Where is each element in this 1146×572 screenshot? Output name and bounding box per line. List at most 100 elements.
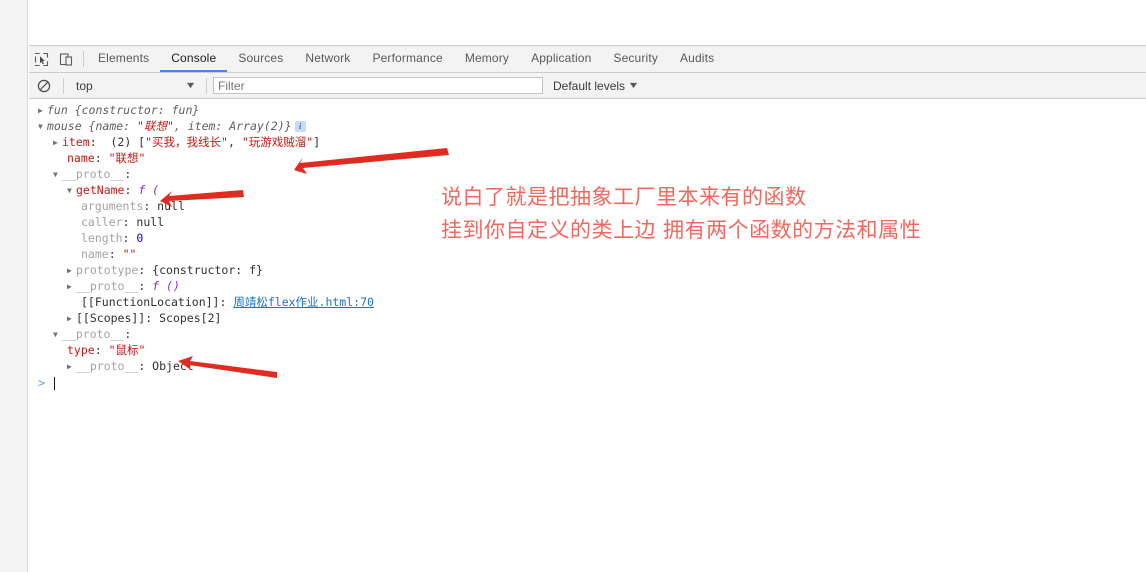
device-toolbar-icon[interactable] [54,46,79,72]
devtools-tabstrip: Elements Console Sources Network Perform… [29,46,1146,73]
object-preview-open: {name: [81,119,138,133]
console-line-proto-4[interactable]: __proto__: Object [29,358,1146,374]
tab-label: Sources [238,51,284,65]
tab-label: Console [171,51,217,65]
tab-memory[interactable]: Memory [454,46,520,72]
expand-triangle-icon[interactable] [67,263,76,279]
console-filter-bar: top ▼ Default levels ▼ [29,73,1146,99]
console-line-type[interactable]: type: "鼠标" [29,342,1146,358]
clear-console-icon[interactable] [31,73,57,98]
toolbar-divider [83,51,84,67]
collapse-triangle-icon[interactable] [53,327,62,343]
screen-root: Elements Console Sources Network Perform… [0,0,1146,572]
console-line-mouse[interactable]: mouse {name: "联想", item: Array(2)}i [29,118,1146,134]
console-line-function-location[interactable]: [[FunctionLocation]]: 周靖松flex作业.html:70 [29,294,1146,310]
console-line-fun[interactable]: fun {constructor: fun} [29,102,1146,118]
tab-sources[interactable]: Sources [227,46,294,72]
property-value: null [157,199,185,213]
property-value: "联想" [108,151,146,165]
property-key: item [62,135,90,149]
console-line-fn-name[interactable]: name: "" [29,246,1146,262]
filterbar-divider-2 [206,77,207,94]
execution-context-value: top [76,78,93,93]
object-preview-name-value: "联想" [137,119,174,133]
property-value: null [136,215,165,229]
filter-input[interactable] [213,77,543,94]
tab-console[interactable]: Console [160,46,228,72]
tab-security[interactable]: Security [602,46,669,72]
tab-label: Network [305,51,351,65]
object-preview-rest: , item: Array(2)} [173,119,292,133]
collapse-triangle-icon[interactable] [53,167,62,183]
collapse-triangle-icon[interactable] [38,119,47,135]
log-levels-select[interactable]: Default levels ▼ [553,78,640,93]
property-value: Object [152,359,194,373]
property-key: arguments [81,199,144,213]
log-levels-label: Default levels [553,78,626,93]
console-line-name[interactable]: name: "联想" [29,150,1146,166]
tab-label: Security [613,51,658,65]
web-page-viewport [29,0,1146,46]
property-key: type [67,343,95,357]
tab-label: Elements [98,51,150,65]
tab-audits[interactable]: Audits [669,46,725,72]
property-key: name [67,151,95,165]
property-value: f () [152,279,180,293]
property-value: 0 [136,231,144,245]
console-prompt[interactable]: > [29,374,1146,392]
filterbar-divider-1 [63,77,64,94]
tab-performance[interactable]: Performance [361,46,453,72]
execution-context-select[interactable]: top ▼ [70,77,200,95]
property-key: [[FunctionLocation]] [81,295,220,309]
info-badge-icon[interactable]: i [294,121,306,132]
tab-elements[interactable]: Elements [87,46,160,72]
property-key: [[Scopes]] [76,311,146,325]
property-value: "鼠标" [108,343,146,357]
tab-label: Audits [679,51,715,65]
tab-network[interactable]: Network [294,46,361,72]
inspect-element-icon[interactable] [29,46,54,72]
property-key: length [81,231,123,245]
property-key: __proto__ [62,167,125,181]
array-length: (2) [ [103,135,146,149]
property-key: caller [81,215,123,229]
page-left-gutter [0,0,28,572]
console-line-scopes[interactable]: [[Scopes]]: Scopes[2] [29,310,1146,326]
console-output[interactable]: fun {constructor: fun} mouse {name: "联想"… [29,99,1146,570]
expand-triangle-icon[interactable] [67,311,76,327]
expand-triangle-icon[interactable] [38,103,47,119]
expand-triangle-icon[interactable] [53,135,62,151]
tab-label: Application [531,51,592,65]
console-line-caller[interactable]: caller: null [29,214,1146,230]
property-value: "" [122,247,137,261]
chevron-down-icon: ▼ [184,80,197,90]
property-key: __proto__ [76,279,139,293]
console-line-arguments[interactable]: arguments: null [29,198,1146,214]
console-line-proto-3[interactable]: __proto__: [29,326,1146,342]
text-cursor [54,376,56,390]
console-line-proto-1[interactable]: __proto__: [29,166,1146,182]
property-value: f ( [138,183,160,197]
object-name: mouse [47,119,82,133]
property-key: name [81,247,109,261]
property-key: __proto__ [76,359,139,373]
expand-triangle-icon[interactable] [67,359,76,375]
devtools-panel: Elements Console Sources Network Perform… [29,46,1146,572]
array-value-1: "玩游戏贼溜" [241,135,314,149]
collapse-triangle-icon[interactable] [67,183,76,199]
object-preview: fun {constructor: fun} [47,103,200,117]
property-key: __proto__ [62,327,125,341]
property-key: getName [76,183,125,197]
source-location-link[interactable]: 周靖松flex作业.html:70 [233,295,374,309]
tab-application[interactable]: Application [520,46,602,72]
console-line-getname[interactable]: getName: f ( [29,182,1146,198]
chevron-down-icon: ▼ [627,80,640,90]
console-line-proto-2[interactable]: __proto__: f () [29,278,1146,294]
property-value: {constructor: f} [152,263,263,277]
console-line-length[interactable]: length: 0 [29,230,1146,246]
expand-triangle-icon[interactable] [67,279,76,295]
console-line-prototype[interactable]: prototype: {constructor: f} [29,262,1146,278]
console-line-item[interactable]: item: (2) ["买我，我线长", "玩游戏贼溜"] [29,134,1146,150]
tab-label: Memory [464,51,510,65]
prompt-caret-icon: > [38,376,46,390]
